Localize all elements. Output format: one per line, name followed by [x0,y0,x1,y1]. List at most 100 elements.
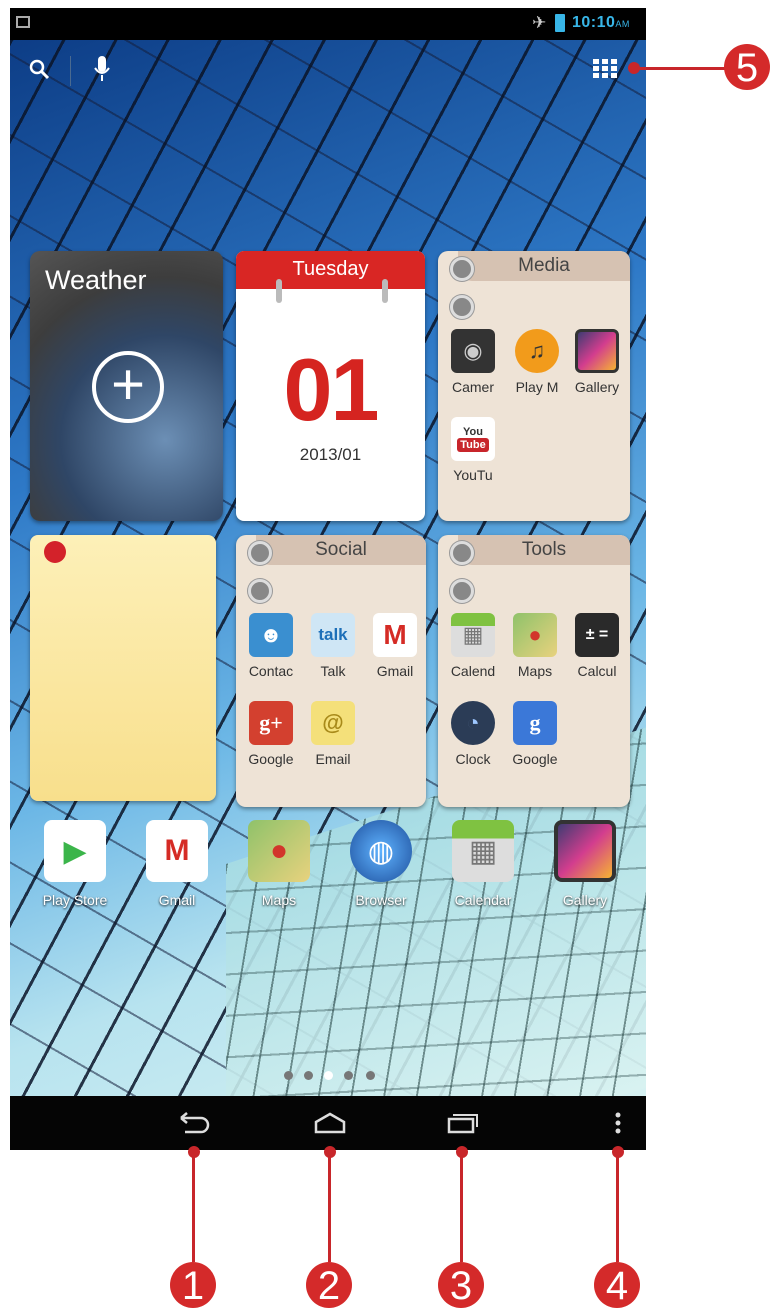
clock-icon: ◔ [451,701,495,745]
dock-label: Browser [355,892,407,908]
calendar-icon: ▦ [451,613,495,657]
app-talk[interactable]: talk Talk [302,613,364,679]
talk-icon: talk [311,613,355,657]
gmail-icon: M [146,820,208,882]
camera-icon: ◉ [451,329,495,373]
google-icon: g [513,701,557,745]
sticky-note-widget[interactable] [30,535,216,801]
gallery-icon [554,820,616,882]
dock-play-store[interactable]: ▶ Play Store [32,820,118,908]
callout-2-line [328,1150,331,1262]
email-icon: @ [311,701,355,745]
back-button[interactable] [154,1096,234,1150]
app-label: Talk [320,663,346,679]
app-google[interactable]: g Google [504,701,566,767]
status-bar: ✈ 10:10AM [10,8,646,40]
menu-button[interactable] [578,1096,646,1150]
callout-1-line [192,1150,195,1262]
add-location-icon[interactable]: + [92,351,164,423]
ring-icon [382,279,388,303]
google-plus-icon: g+ [249,701,293,745]
page-dot[interactable] [284,1071,293,1080]
youtube-icon-bottom: Tube [457,438,489,452]
app-label: Gmail [376,663,414,679]
calendar-icon: ▦ [452,820,514,882]
airplane-mode-icon: ✈ [532,13,547,32]
app-play-music[interactable]: ♫ Play M [506,329,568,395]
page-dot[interactable] [344,1071,353,1080]
battery-icon [555,14,565,32]
app-google-plus[interactable]: g+ Google [240,701,302,767]
pin-icon [248,541,272,565]
page-dot-active[interactable] [324,1071,333,1080]
dock-gallery[interactable]: Gallery [542,820,628,908]
app-label: Camer [451,379,494,395]
callout-3: 3 [438,1262,484,1308]
callout-1: 1 [170,1262,216,1308]
media-folder[interactable]: Media ◉ Camer ♫ Play M Gallery You Tube Y… [438,251,630,521]
home-button[interactable] [290,1096,370,1150]
youtube-icon-top: You [463,426,483,438]
page-indicator [10,1071,646,1085]
gmail-icon: M [373,613,417,657]
app-camera[interactable]: ◉ Camer [442,329,504,395]
dock-gmail[interactable]: M Gmail [134,820,220,908]
dock-calendar[interactable]: ▦ Calendar [440,820,526,908]
app-calendar[interactable]: ▦ Calend [442,613,504,679]
pin-icon [450,295,474,319]
maps-icon: ● [513,613,557,657]
recent-apps-button[interactable] [422,1096,502,1150]
dock-maps[interactable]: ● Maps [236,820,322,908]
notification-icon[interactable] [16,16,30,28]
app-gallery[interactable]: Gallery [566,329,628,395]
calendar-widget[interactable]: Tuesday 01 2013/01 [236,251,425,521]
navigation-bar [10,1096,646,1150]
browser-icon: ◍ [350,820,412,882]
app-dock: ▶ Play Store M Gmail ● Maps ◍ Browser ▦ … [10,820,646,930]
callout-2: 2 [306,1262,352,1308]
gallery-icon [575,329,619,373]
app-label: Maps [517,663,553,679]
app-contacts[interactable]: ☻ Contac [240,613,302,679]
page-dot[interactable] [366,1071,375,1080]
status-ampm: AM [615,19,630,29]
status-time: 10:10AM [572,14,630,31]
dock-label: Gmail [158,892,196,908]
calculator-icon: ± = [575,613,619,657]
pin-icon [450,541,474,565]
app-youtube[interactable]: You Tube YouTu [442,417,504,483]
calendar-date: 2013/01 [299,445,362,464]
pin-icon [248,579,272,603]
app-label: Google [512,751,558,767]
tablet-screen: ✈ 10:10AM Weather + Tuesday 01 2013/01 M… [10,8,646,1150]
weather-widget[interactable]: Weather + [30,251,223,521]
app-maps[interactable]: ● Maps [504,613,566,679]
app-clock[interactable]: ◔ Clock [442,701,504,767]
search-icon[interactable] [28,58,50,86]
app-label: YouTu [453,467,493,483]
app-gmail[interactable]: M Gmail [364,613,426,679]
callout-4: 4 [594,1262,640,1308]
social-folder[interactable]: Social ☻ Contac talk Talk M Gmail g+ Goo… [236,535,426,807]
dock-label: Calendar [454,892,512,908]
ring-icon [276,279,282,303]
pin-icon [450,257,474,281]
microphone-icon[interactable] [94,56,110,88]
app-label: Clock [455,751,491,767]
play-store-icon: ▶ [44,820,106,882]
all-apps-icon[interactable] [592,58,620,86]
app-calculator[interactable]: ± = Calcul [566,613,628,679]
page-dot[interactable] [304,1071,313,1080]
maps-icon: ● [248,820,310,882]
app-label: Gallery [574,379,620,395]
search-divider [70,56,71,86]
app-label: Google [248,751,294,767]
app-email[interactable]: @ Email [302,701,364,767]
headphones-icon: ♫ [515,329,559,373]
dock-browser[interactable]: ◍ Browser [338,820,424,908]
tools-folder[interactable]: Tools ▦ Calend ● Maps ± = Calcul ◔ Clock… [438,535,630,807]
dock-label: Maps [261,892,297,908]
app-label: Calcul [577,663,617,679]
pin-icon [450,579,474,603]
social-folder-title: Social [256,535,426,565]
